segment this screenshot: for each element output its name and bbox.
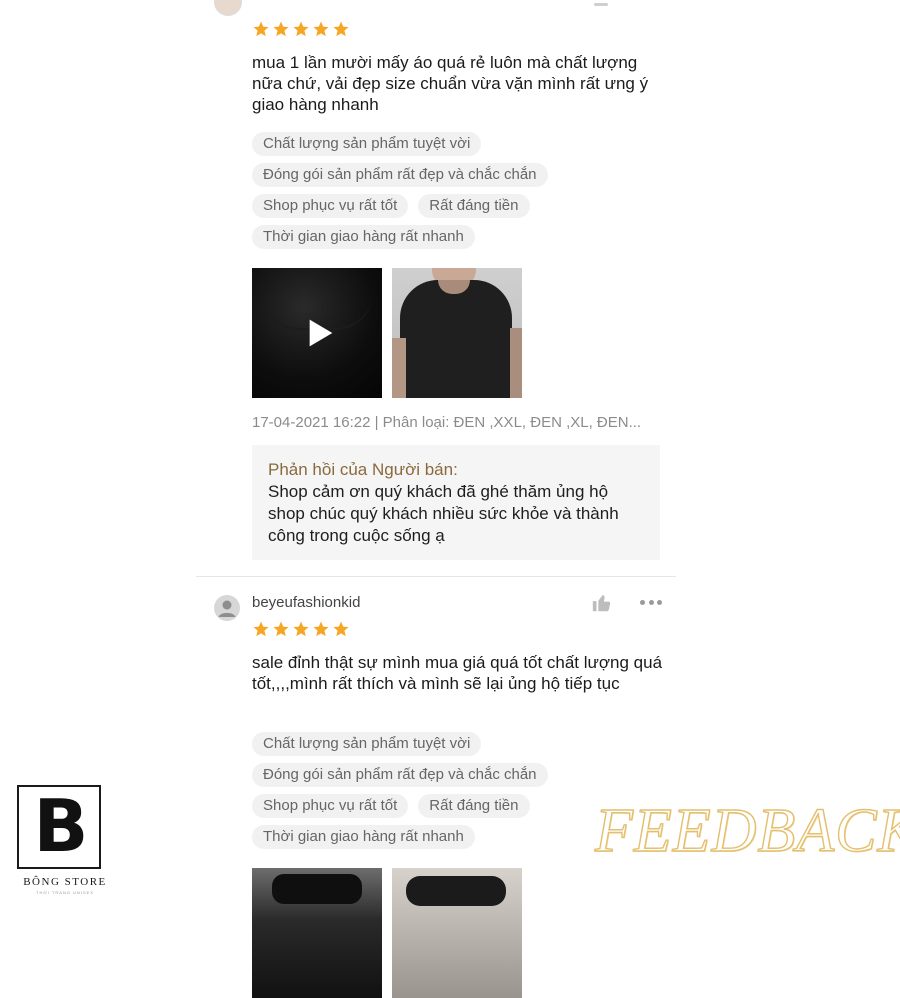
review-tag: Thời gian giao hàng rất nhanh	[252, 825, 475, 849]
star-icon	[272, 20, 290, 38]
review-text: mua 1 lần mười mấy áo quá rẻ luôn mà chấ…	[252, 53, 649, 114]
review-tag: Chất lượng sản phẩm tuyệt vời	[252, 132, 482, 156]
review-tag: Đóng gói sản phẩm rất đẹp và chắc chắn	[252, 763, 548, 787]
video-thumbnail[interactable]	[252, 268, 382, 398]
review-tag: Đóng gói sản phẩm rất đẹp và chắc chắn	[252, 163, 548, 187]
user-avatar-icon[interactable]	[214, 595, 240, 621]
review-text: sale đỉnh thật sự mình mua giá quá tốt c…	[252, 653, 663, 693]
more-options-icon[interactable]	[594, 3, 608, 6]
avatar[interactable]	[214, 0, 242, 16]
brand-logo-mark: B	[17, 784, 101, 869]
review-media	[252, 868, 522, 998]
seller-reply: Phản hồi của Người bán: Shop cảm ơn quý …	[252, 445, 660, 560]
photo-thumbnail[interactable]	[392, 868, 522, 998]
play-icon[interactable]	[303, 317, 335, 349]
thumbs-up-icon[interactable]	[591, 592, 613, 614]
brand-name: BÔNG STORE	[23, 876, 107, 888]
seller-reply-title: Phản hồi của Người bán:	[268, 460, 458, 479]
reviewer-username[interactable]: beyeufashionkid	[252, 594, 360, 611]
brand-tagline: THỜI TRANG UNISEX	[36, 890, 94, 895]
star-icon	[252, 20, 270, 38]
photo-thumbnail[interactable]	[392, 268, 522, 398]
star-icon	[332, 620, 350, 638]
star-icon	[292, 620, 310, 638]
star-icon	[312, 20, 330, 38]
review-card-1: mua 1 lần mười mấy áo quá rẻ luôn mà chấ…	[196, 0, 676, 575]
star-icon	[292, 20, 310, 38]
review-tag: Chất lượng sản phẩm tuyệt vời	[252, 732, 482, 756]
star-icon	[332, 20, 350, 38]
review-tag: Rất đáng tiền	[418, 194, 530, 218]
brand-logo-letter: B	[33, 784, 89, 868]
review-tags: Chất lượng sản phẩm tuyệt vời Đóng gói s…	[252, 132, 672, 256]
review-tag: Shop phục vụ rất tốt	[252, 194, 409, 218]
feedback-watermark: FEEDBACK	[594, 796, 900, 865]
review-meta: 17-04-2021 16:22 | Phân loại: ĐEN ,XXL, …	[252, 414, 642, 431]
review-tag: Shop phục vụ rất tốt	[252, 794, 409, 818]
star-icon	[312, 620, 330, 638]
star-icon	[252, 620, 270, 638]
more-options-icon[interactable]	[640, 600, 662, 606]
review-media	[252, 268, 522, 398]
brand-logo: B BÔNG STORE THỜI TRANG UNISEX	[10, 782, 120, 897]
seller-reply-text: Shop cảm ơn quý khách đã ghé thăm ủng hộ…	[268, 482, 619, 545]
star-icon	[272, 620, 290, 638]
rating-stars	[252, 20, 350, 38]
review-tag: Thời gian giao hàng rất nhanh	[252, 225, 475, 249]
photo-thumbnail[interactable]	[252, 868, 382, 998]
review-tag: Rất đáng tiền	[418, 794, 530, 818]
rating-stars	[252, 620, 350, 638]
